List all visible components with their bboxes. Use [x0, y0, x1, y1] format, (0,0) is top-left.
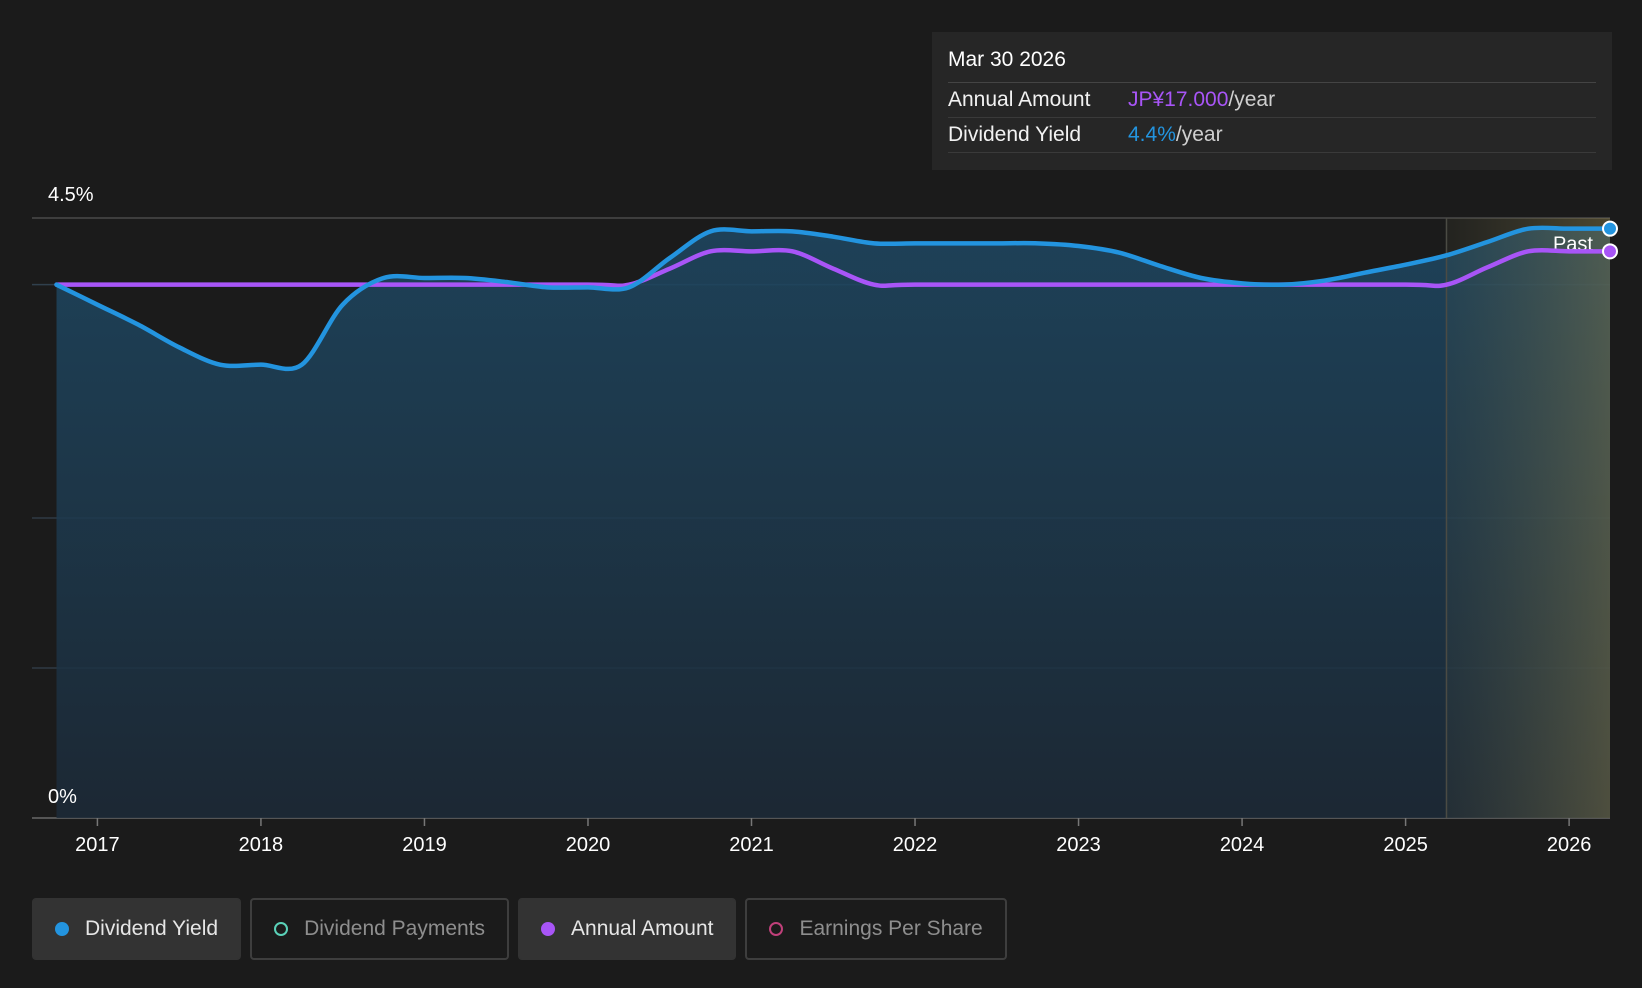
x-tick-label: 2017 [75, 834, 120, 856]
legend-label: Earnings Per Share [799, 917, 983, 940]
legend: Dividend Yield Dividend Payments Annual … [32, 898, 1007, 960]
past-layer: Past [1445, 218, 1610, 818]
annual-amount-end-marker [1602, 243, 1618, 260]
tooltip-row-annual-amount: Annual Amount JP¥17.000 /year [948, 83, 1596, 118]
past-region [1446, 218, 1610, 818]
area-layer [56, 227, 1611, 819]
x-tick-label: 2025 [1383, 834, 1428, 856]
legend-item-dividend-yield[interactable]: Dividend Yield [32, 898, 242, 960]
tooltip-label: Dividend Yield [948, 123, 1082, 146]
tooltip-value: 4.4% [1128, 123, 1176, 146]
x-tick-label: 2026 [1547, 834, 1592, 856]
dividend-yield-area [56, 227, 1611, 819]
tooltip-date: Mar 30 2026 [948, 32, 1596, 83]
tooltip-unit: /year [1175, 123, 1223, 146]
tooltip-unit: /year [1228, 88, 1276, 111]
legend-item-earnings-per-share[interactable]: Earnings Per Share [745, 898, 1007, 960]
x-tick-label: 2021 [729, 834, 774, 856]
x-tick-label: 2018 [239, 834, 284, 856]
x-tick-label: 2022 [893, 834, 938, 856]
x-tick-label: 2019 [402, 834, 447, 856]
legend-label: Dividend Payments [304, 917, 486, 940]
legend-item-dividend-payments[interactable]: Dividend Payments [250, 898, 510, 960]
legend-dot-icon [541, 922, 556, 936]
legend-label: Annual Amount [571, 917, 714, 940]
tooltip-row-dividend-yield: Dividend Yield 4.4% /year [948, 118, 1596, 153]
x-tick-label: 2023 [1056, 834, 1101, 856]
dividend-yield-end-marker [1602, 220, 1618, 237]
legend-dot-icon [55, 922, 69, 936]
tooltip-label: Annual Amount [948, 88, 1091, 111]
y-tick-label: 0% [48, 786, 77, 808]
x-tick-label: 2020 [566, 834, 611, 856]
legend-item-annual-amount[interactable]: Annual Amount [518, 898, 737, 960]
legend-ring-icon [769, 922, 784, 936]
tooltip-value: JP¥17.000 [1128, 88, 1229, 111]
y-tick-label: 4.5% [48, 184, 94, 206]
x-tick-label: 2024 [1220, 834, 1265, 856]
legend-label: Dividend Yield [85, 917, 219, 940]
legend-ring-icon [274, 922, 289, 936]
tooltip: Mar 30 2026 Annual Amount JP¥17.000 /yea… [932, 32, 1612, 170]
